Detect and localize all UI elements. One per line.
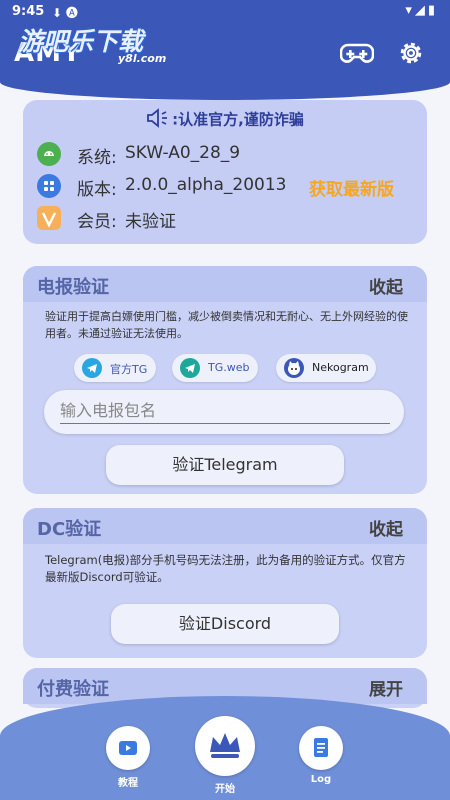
telegram-card-header[interactable]: 电报验证 收起 — [23, 266, 427, 302]
chip-official-tg-label: 官方TG — [110, 363, 148, 376]
watermark-url: y8l.com — [118, 52, 167, 65]
chip-official-tg[interactable]: 官方TG — [74, 354, 156, 382]
nekogram-cat-icon — [284, 358, 304, 378]
apps-grid-icon — [37, 174, 61, 198]
version-value: 2.0.0_alpha_20013 — [125, 175, 287, 195]
chip-nekogram[interactable]: Nekogram — [276, 354, 376, 382]
vip-badge-icon — [37, 206, 61, 230]
video-play-icon — [119, 741, 137, 755]
discord-description: Telegram(电报)部分手机号码无法注册，此为备用的验证方式。仅官方最新版D… — [45, 553, 406, 584]
system-value: SKW-A0_28_9 — [125, 143, 241, 163]
telegram-collapse-toggle[interactable]: 收起 — [369, 273, 403, 298]
nav-tutorial[interactable]: 教程 — [98, 726, 158, 789]
telegram-web-icon — [180, 358, 200, 378]
nav-log[interactable]: Log — [291, 726, 351, 785]
nav-tutorial-circle — [106, 726, 150, 770]
telegram-package-input-wrap — [44, 390, 404, 434]
telegram-description: 验证用于提高白嫖使用门槛，减少被倒卖情况和无耐心、无上外网经验的使用者。未通过验… — [45, 310, 408, 340]
member-value: 未验证 — [125, 212, 176, 232]
info-card: :认准官方,谨防诈骗 系统: SKW-A0_28_9 版本: 2.0.0_alp… — [23, 100, 427, 244]
app-header: 9:45 ⬇ 🅐 ▾◢▮ AMY 游吧乐下载 y8l.com — [0, 0, 450, 100]
discord-card-header[interactable]: DC验证 收起 — [23, 508, 427, 544]
verify-discord-button[interactable]: 验证Discord — [111, 604, 339, 644]
nav-start-circle — [195, 716, 255, 776]
speaker-icon — [146, 108, 170, 132]
telegram-package-input[interactable] — [60, 398, 390, 424]
notice-text: :认准官方,谨防诈骗 — [172, 110, 304, 129]
status-signal-battery-icons: ▾◢▮ — [405, 3, 438, 18]
discord-collapse-toggle[interactable]: 收起 — [369, 515, 403, 540]
verify-telegram-button[interactable]: 验证Telegram — [106, 445, 344, 485]
settings-gear-icon[interactable] — [396, 38, 426, 68]
document-icon — [314, 738, 328, 757]
notice-banner: :认准官方,谨防诈骗 — [23, 108, 427, 132]
member-label: 会员: — [77, 212, 117, 232]
version-label: 版本: — [77, 180, 117, 200]
discord-card-title: DC验证 — [37, 519, 102, 540]
get-latest-version-link[interactable]: 获取最新版 — [309, 175, 394, 200]
crown-icon — [210, 733, 240, 758]
status-bar: 9:45 ⬇ 🅐 ▾◢▮ — [0, 0, 450, 24]
chip-tg-web[interactable]: TG.web — [172, 354, 258, 382]
chip-tg-web-label: TG.web — [208, 361, 250, 374]
nav-start-label: 开始 — [215, 784, 235, 795]
chip-nekogram-label: Nekogram — [312, 361, 369, 374]
status-notification-icons: ⬇ 🅐 — [52, 6, 78, 20]
nav-log-circle — [299, 726, 343, 770]
telegram-card-title: 电报验证 — [37, 277, 109, 298]
status-time: 9:45 — [12, 4, 45, 19]
nav-start[interactable]: 开始 — [195, 716, 255, 795]
telegram-icon — [82, 358, 102, 378]
nav-tutorial-label: 教程 — [118, 778, 138, 789]
gamepad-icon[interactable] — [339, 38, 375, 68]
paid-card-title: 付费验证 — [37, 679, 109, 700]
paid-expand-toggle[interactable]: 展开 — [369, 675, 403, 700]
bottom-nav: 教程 开始 Log — [0, 696, 450, 800]
android-icon — [37, 142, 61, 166]
nav-log-label: Log — [310, 774, 332, 785]
system-label: 系统: — [77, 148, 117, 168]
